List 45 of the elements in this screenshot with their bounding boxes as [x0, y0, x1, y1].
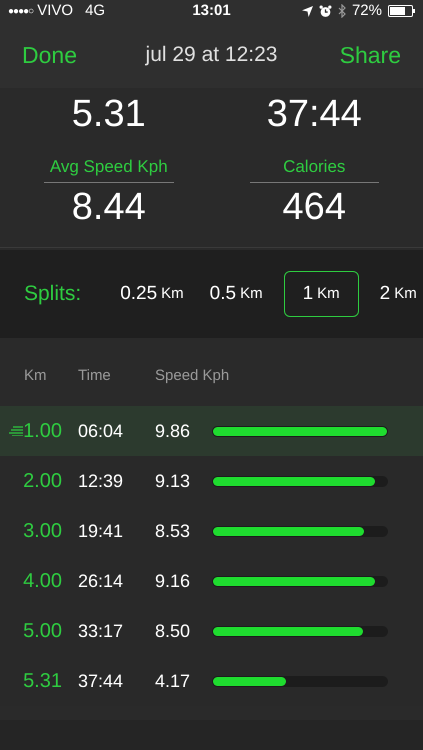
speed-cell: 9.13 — [155, 470, 190, 490]
battery-icon — [388, 5, 415, 17]
location-arrow-icon — [302, 6, 313, 16]
time-cell: 12:39 — [78, 470, 124, 490]
signal-dots: ●●●●○ — [8, 4, 34, 18]
stat-value: 5.31 — [72, 92, 146, 137]
nav-title: jul 29 at 12:23 — [146, 42, 278, 68]
time-cell: 33:17 — [78, 620, 124, 640]
stat-label: Calories — [250, 154, 379, 183]
share-button[interactable]: Share — [340, 38, 401, 72]
time-cell: 37:44 — [78, 670, 124, 690]
carrier-name: VIVO — [37, 0, 74, 21]
split-option[interactable]: 2 Km — [366, 271, 423, 317]
network-type: 4G — [85, 0, 106, 21]
km-cell-text: 4.00 — [23, 569, 62, 594]
km-cell-text: 2.00 — [23, 469, 62, 494]
column-header: Time — [78, 366, 111, 384]
status-time: 13:01 — [192, 0, 231, 21]
column-header: Speed Kph — [155, 366, 230, 384]
speed-cell: 4.17 — [155, 670, 190, 690]
speed-lines-icon — [9, 426, 24, 436]
km-cell-text: 3.00 — [23, 519, 62, 544]
alarm-clock-icon — [318, 4, 332, 18]
km-cell-text: 1.00 — [23, 419, 62, 444]
km-cell-text: 5.31 — [23, 669, 62, 694]
split-option[interactable]: 0.25 Km — [107, 271, 197, 317]
time-cell: 26:14 — [78, 570, 124, 590]
stat-value: 464 — [282, 184, 346, 230]
split-option[interactable]: 0.5 Km — [196, 271, 276, 317]
battery-percent: 72% — [352, 0, 382, 21]
time-cell: 19:41 — [78, 520, 124, 540]
stat-value: 37:44 — [266, 92, 362, 137]
stat-label: Avg Speed Kph — [44, 154, 174, 183]
bluetooth-icon — [338, 4, 346, 18]
column-header: Km — [24, 366, 46, 384]
time-cell: 06:04 — [78, 420, 124, 440]
speed-cell: 9.86 — [155, 420, 190, 440]
km-cell-text: 5.00 — [23, 619, 62, 644]
split-option[interactable]: 1 Km — [284, 271, 359, 317]
stat-value: 8.44 — [72, 184, 146, 230]
speed-cell: 9.16 — [155, 570, 190, 590]
splits-label: Splits: — [24, 281, 82, 308]
speed-cell: 8.50 — [155, 620, 190, 640]
speed-cell: 8.53 — [155, 520, 190, 540]
done-button[interactable]: Done — [22, 38, 77, 72]
